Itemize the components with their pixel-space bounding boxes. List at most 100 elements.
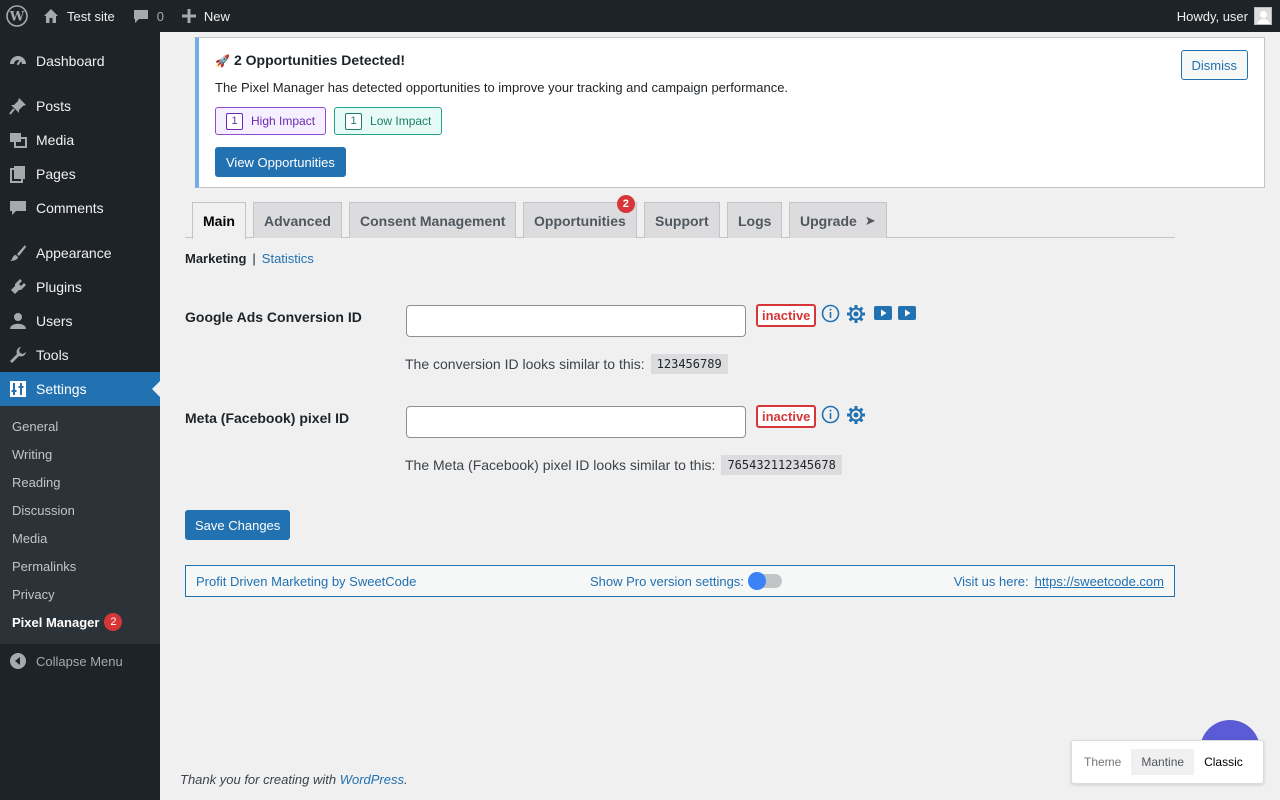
submenu-media[interactable]: Media [0, 524, 160, 552]
dismiss-button[interactable]: Dismiss [1180, 50, 1248, 80]
save-changes-button[interactable]: Save Changes [185, 510, 291, 540]
menu-plugins[interactable]: Plugins [0, 270, 160, 304]
user-icon [0, 312, 36, 330]
submenu-privacy[interactable]: Privacy [0, 580, 160, 608]
wrench-icon [0, 346, 36, 364]
brush-icon [0, 244, 36, 262]
submenu-writing[interactable]: Writing [0, 440, 160, 468]
wordpress-logo-icon[interactable]: W [0, 0, 35, 32]
opportunities-count-badge: 2 [616, 195, 635, 213]
high-impact-label: High Impact [251, 114, 316, 128]
avatar [1254, 7, 1272, 25]
theme-option-mantine[interactable]: Mantine [1131, 749, 1195, 775]
low-impact-count: 1 [345, 112, 363, 130]
gear-icon[interactable] [846, 304, 866, 324]
tab-upgrade[interactable]: Upgrade ➤ [789, 202, 887, 238]
info-icon[interactable] [821, 304, 840, 323]
tab-main[interactable]: Main [192, 202, 246, 239]
media-icon [0, 131, 36, 149]
submenu-permalinks[interactable]: Permalinks [0, 552, 160, 580]
menu-users[interactable]: Users [0, 304, 160, 338]
pixel-manager-label: Pixel Manager [12, 614, 100, 630]
submenu-reading[interactable]: Reading [0, 468, 160, 496]
tab-logs[interactable]: Logs [727, 202, 783, 238]
video-play-icon[interactable] [898, 305, 916, 321]
tab-opportunities-label: Opportunities [534, 212, 626, 229]
google-ads-status-badge: inactive [756, 304, 817, 327]
visit-label: Visit us here: [953, 573, 1029, 589]
new-label: New [203, 8, 230, 24]
promo-bar: Profit Driven Marketing by SweetCode Sho… [185, 565, 1175, 597]
sweetcode-link[interactable]: https://sweetcode.com [1035, 574, 1164, 589]
meta-hint-text: The Meta (Facebook) pixel ID looks simil… [405, 457, 716, 473]
menu-appearance[interactable]: Appearance [0, 236, 160, 270]
menu-settings[interactable]: Settings [0, 372, 160, 406]
pixel-manager-count-badge: 2 [104, 613, 123, 631]
meta-pixel-id-input[interactable] [406, 406, 746, 438]
subnav-marketing[interactable]: Marketing [185, 251, 246, 266]
wordpress-link[interactable]: WordPress [340, 772, 404, 787]
notice-title: 2 Opportunities Detected! [233, 52, 406, 68]
comments-count: 0 [156, 8, 164, 24]
meta-hint: The Meta (Facebook) pixel ID looks simil… [405, 455, 842, 475]
account-menu[interactable]: Howdy, user [1169, 0, 1280, 32]
new-content-link[interactable]: New [174, 0, 238, 32]
settings-submenu: General Writing Reading Discussion Media… [0, 406, 160, 644]
tab-opportunities[interactable]: Opportunities 2 [523, 195, 637, 238]
tab-upgrade-label: Upgrade [800, 212, 857, 229]
subnav-statistics[interactable]: Statistics [262, 251, 314, 266]
submenu-general[interactable]: General [0, 412, 160, 440]
video-play-icon[interactable] [874, 305, 892, 321]
gear-icon[interactable] [846, 405, 866, 425]
google-ads-conversion-id-input[interactable] [406, 305, 746, 337]
footer-suffix: . [404, 772, 408, 787]
visit-row: Visit us here: https://sweetcode.com [954, 574, 1164, 589]
meta-pixel-label: Meta (Facebook) pixel ID [185, 410, 350, 426]
menu-posts[interactable]: Posts [0, 89, 160, 123]
tab-consent-management[interactable]: Consent Management [349, 202, 517, 238]
greeting: Howdy, user [1176, 8, 1248, 24]
subnav-separator: | [252, 251, 256, 266]
low-impact-badge[interactable]: 1 Low Impact [334, 107, 443, 135]
google-ads-hint-text: The conversion ID looks similar to this: [405, 356, 645, 372]
view-opportunities-button[interactable]: View Opportunities [215, 147, 346, 177]
tab-advanced[interactable]: Advanced [253, 202, 342, 238]
menu-label: Pages [36, 166, 76, 182]
collapse-menu-button[interactable]: Collapse Menu [0, 644, 160, 678]
pro-toggle-label: Show Pro version settings: [590, 573, 744, 589]
high-impact-badge[interactable]: 1 High Impact [215, 107, 327, 135]
high-impact-count: 1 [226, 112, 243, 130]
collapse-arrow-icon [0, 652, 36, 670]
menu-label: Appearance [36, 245, 112, 261]
menu-media[interactable]: Media [0, 123, 160, 157]
promo-link[interactable]: Profit Driven Marketing by SweetCode [196, 574, 416, 589]
menu-pages[interactable]: Pages [0, 157, 160, 191]
comments-link[interactable]: 0 [125, 0, 172, 32]
menu-dashboard[interactable]: Dashboard [0, 44, 160, 78]
dashboard-icon [0, 52, 36, 70]
menu-comments[interactable]: Comments [0, 191, 160, 225]
submenu-discussion[interactable]: Discussion [0, 496, 160, 524]
arrow-right-icon: ➤ [864, 212, 876, 228]
site-name-link[interactable]: Test site [35, 0, 123, 32]
menu-label: Posts [36, 98, 72, 114]
plus-icon [181, 9, 196, 23]
pro-settings-toggle[interactable] [747, 572, 782, 590]
notice-text: The Pixel Manager has detected opportuni… [215, 80, 789, 95]
menu-tools[interactable]: Tools [0, 338, 160, 372]
google-ads-label: Google Ads Conversion ID [185, 309, 362, 325]
tab-support[interactable]: Support [644, 202, 720, 238]
footer-prefix: Thank you for creating with [180, 772, 337, 787]
menu-label: Media [36, 132, 75, 148]
theme-label: Theme [1084, 755, 1122, 769]
theme-option-classic[interactable]: Classic [1194, 749, 1253, 775]
pro-settings-toggle-row: Show Pro version settings: [590, 572, 782, 590]
info-icon[interactable] [821, 405, 840, 424]
admin-footer: Thank you for creating with WordPress. [180, 772, 408, 787]
admin-bar: W Test site 0 New Howdy, user [0, 0, 1280, 32]
theme-switcher: Theme Mantine Classic [1071, 740, 1264, 784]
google-ads-hint: The conversion ID looks similar to this:… [405, 354, 728, 374]
svg-text:W: W [9, 10, 25, 25]
submenu-pixel-manager[interactable]: Pixel Manager 2 [0, 608, 160, 636]
comment-icon [133, 8, 149, 24]
